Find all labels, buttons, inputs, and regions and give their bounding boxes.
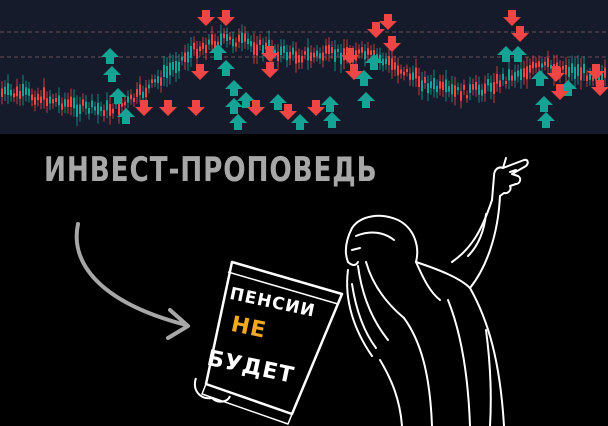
- line-art: [74, 157, 529, 426]
- prophet-figure: [344, 157, 529, 426]
- banner-image: ИНВЕСТ-ПРОПОВЕДЬ ПЕНСИИ НЕ БУДЕТ: [0, 0, 608, 426]
- curved-arrow-icon: [74, 222, 190, 340]
- book-tablet: [194, 260, 344, 425]
- pointing-hand-icon: [491, 157, 529, 201]
